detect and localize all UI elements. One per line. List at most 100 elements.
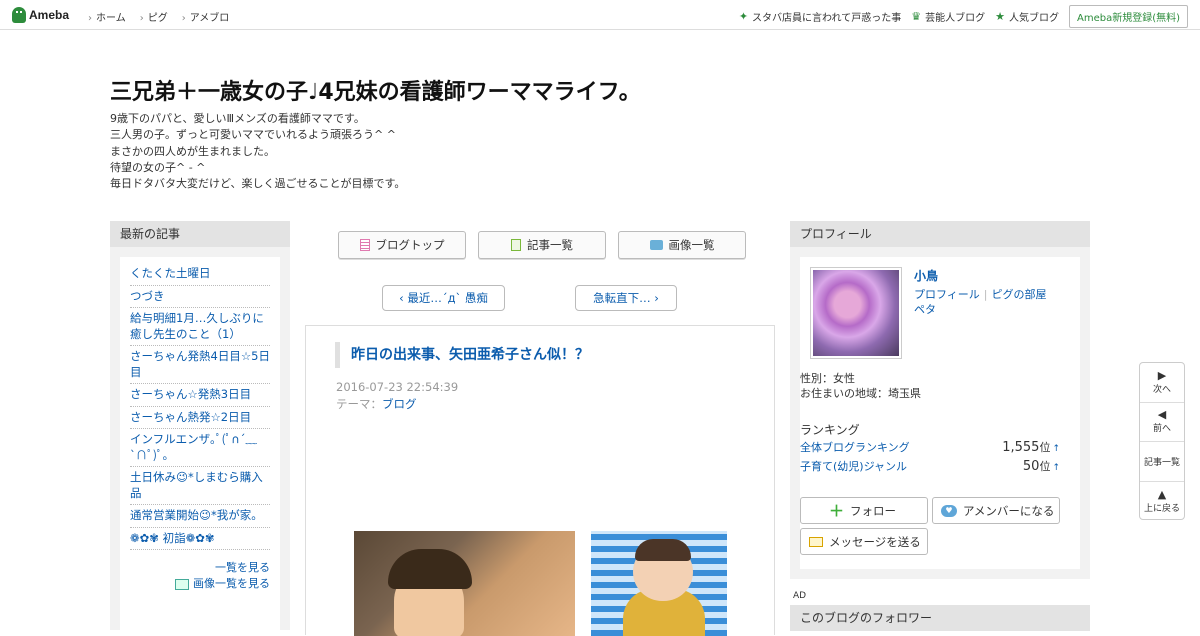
description-line: まさかの四人めが生まれました。 (110, 144, 275, 158)
logo-text: Ameba (29, 8, 70, 22)
see-all-link[interactable]: 一覧を見る (215, 561, 270, 574)
article-list-side-button[interactable]: 記事一覧 (1140, 442, 1184, 482)
theme-link[interactable]: ブログ (382, 397, 417, 411)
article-photo-baby[interactable] (591, 531, 727, 636)
article-list-button[interactable]: 記事一覧 (478, 231, 606, 259)
register-button[interactable]: Ameba新規登録(無料) (1068, 5, 1188, 28)
avatar[interactable] (810, 267, 902, 359)
ranking-label[interactable]: 子育て(幼児)ジャンル (800, 458, 907, 474)
back-icon: ◀ (1157, 408, 1167, 422)
ranking-heading: ランキング (800, 423, 860, 437)
ranking-value: 1,555 (1002, 440, 1040, 455)
list-item: インフルエンザ｡ﾟ(ﾟ∩´﹏`∩ﾟ)ﾟ｡ (130, 429, 270, 467)
recent-article-link[interactable]: さーちゃん熱発☆2日目 (130, 410, 251, 424)
followers-heading: このブログのフォロワー (790, 605, 1090, 631)
camera-icon (649, 240, 663, 250)
recent-article-link[interactable]: 土日休み😉*しまむら購入品 (130, 470, 263, 500)
recent-article-link[interactable]: ❁✿✾ 初詣❁✿✾ (130, 531, 214, 545)
global-header: Ameba ホーム ピグ アメブロ ✦スタバ店員に言われて戸惑った事 ♛芸能人ブ… (0, 0, 1200, 30)
prev-article-button[interactable]: ‹ 最近…´д` 愚痴 (382, 285, 505, 311)
top-right-links: ✦ スタバ店員に言われて戸惑った事 ♛ 芸能人ブログ ★ 人気ブログ Ameba新規登… (739, 5, 1188, 28)
floating-nav: ▶ 次へ ◀ 前へ 記事一覧 ▲ 上に戻る (1139, 362, 1185, 520)
next-article-button[interactable]: 急転直下… › (575, 285, 677, 311)
article: 昨日の出来事、矢田亜希子さん似！？ 2016-07-23 22:54:39 テー… (305, 325, 775, 636)
play-icon: ▶ (1157, 368, 1167, 382)
plus-icon: ＋ (829, 502, 845, 520)
recent-articles-list: くたくた土曜日 つづき 給与明細1月…久しぶりに癒し先生のこと（1） さーちゃん… (120, 257, 280, 630)
recent-article-link[interactable]: さーちゃん☆発熱3日目 (130, 387, 251, 401)
blog-top-button[interactable]: ブログトップ (338, 231, 466, 259)
list-item: さーちゃん☆発熱3日目 (130, 384, 270, 407)
crown-icon: ♛ (911, 10, 922, 23)
top-nav: ホーム ピグ アメブロ (88, 9, 229, 24)
ameba-logo[interactable]: Ameba (12, 6, 69, 24)
profile-name[interactable]: 小鳥 (914, 267, 938, 284)
recent-articles-box: 最新の記事 くたくた土曜日 つづき 給与明細1月…久しぶりに癒し先生のこと（1）… (110, 221, 290, 630)
popular-blog-link[interactable]: ★ 人気ブログ (995, 9, 1059, 24)
celebrity-blog-link[interactable]: ♛ 芸能人ブログ (911, 9, 985, 24)
recent-article-link[interactable]: くたくた土曜日 (130, 266, 211, 280)
arrow-up-icon: ↑ (1052, 463, 1060, 473)
description-line: 三人男の子。ずっと可愛いママでいれるよう頑張ろう^ ^ (110, 128, 396, 142)
article-photo-child[interactable] (354, 531, 575, 636)
chevron-right-icon: › (650, 291, 659, 305)
profile-box: プロフィール 小鳥 プロフィール | ピグの部屋 ペタ 性別：女性 お住まいの地域：… (790, 221, 1090, 579)
list-item: つづき (130, 286, 270, 308)
next-button[interactable]: ▶ 次へ (1140, 363, 1184, 403)
ranking-row: 子育て(幼児)ジャンル 50位 ↑ (800, 458, 1060, 474)
trending-link[interactable]: ✦ スタバ店員に言われて戸惑った事 (739, 9, 901, 24)
document-icon (359, 239, 370, 251)
recent-article-link[interactable]: インフルエンザ｡ﾟ(ﾟ∩´﹏`∩ﾟ)ﾟ｡ (130, 432, 257, 462)
ad-label: AD (793, 591, 807, 601)
back-to-top-button[interactable]: ▲ 上に戻る (1140, 482, 1184, 522)
list-item: さーちゃん熱発☆2日目 (130, 407, 270, 429)
see-images-link[interactable]: 画像一覧を見る (193, 577, 270, 590)
peta-link[interactable]: ペタ (914, 303, 936, 316)
nav-pigg[interactable]: ピグ (140, 9, 168, 24)
follow-button[interactable]: ＋フォロー (800, 497, 928, 524)
article-date: 2016-07-23 22:54:39 (336, 380, 459, 394)
sparkle-icon: ✦ (738, 10, 749, 23)
nav-ameblo[interactable]: アメブロ (182, 9, 230, 24)
recent-article-link[interactable]: 通常営業開始😉*我が家。 (130, 508, 263, 522)
ameba-logo-icon (12, 7, 26, 23)
arrow-up-icon: ↑ (1052, 444, 1060, 454)
nav-home[interactable]: ホーム (88, 9, 126, 24)
list-item: 通常営業開始😉*我が家。 (130, 505, 270, 528)
blog-nav-buttons: ブログトップ 記事一覧 画像一覧 (338, 231, 746, 259)
prev-button[interactable]: ◀ 前へ (1140, 403, 1184, 442)
recent-article-link[interactable]: つづき (130, 289, 165, 303)
recent-article-link[interactable]: さーちゃん発熱4日目☆5日目 (130, 349, 270, 379)
recent-article-link[interactable]: 給与明細1月…久しぶりに癒し先生のこと（1） (130, 311, 264, 341)
recent-more: 一覧を見る 画像一覧を見る (130, 560, 270, 592)
blog-description: 9歳下のパパと、愛しいⅢメンズの看護師ママです。 三人男の子。ずっと可愛いママで… (110, 111, 405, 192)
description-line: 9歳下のパパと、愛しいⅢメンズの看護師ママです。 (110, 112, 365, 125)
profile-card: 小鳥 プロフィール | ピグの部屋 ペタ 性別：女性 お住まいの地域：埼玉県 ランキ… (800, 257, 1080, 569)
blog-title[interactable]: 三兄弟＋一歳女の子♩4兄妹の看護師ワーママライフ。 (110, 74, 641, 106)
star-icon: ★ (995, 10, 1005, 23)
recent-articles-heading: 最新の記事 (110, 221, 290, 247)
profile-links: プロフィール | ピグの部屋 ペタ (914, 288, 1047, 316)
chevron-left-icon: ‹ (399, 291, 408, 305)
copy-icon (511, 239, 521, 251)
region-text: お住まいの地域：埼玉県 (800, 387, 921, 400)
profile-link[interactable]: プロフィール (914, 288, 980, 301)
list-item: さーちゃん発熱4日目☆5日目 (130, 346, 270, 384)
ranking-label[interactable]: 全体ブログランキング (800, 439, 910, 455)
article-title[interactable]: 昨日の出来事、矢田亜希子さん似！？ (335, 342, 589, 368)
chat-bubble-icon: ♥ (941, 504, 957, 517)
profile-info: 性別：女性 お住まいの地域：埼玉県 (800, 371, 921, 401)
article-theme: テーマ：ブログ (336, 397, 417, 411)
list-item: ❁✿✾ 初詣❁✿✾ (130, 528, 270, 550)
image-list-icon (175, 578, 189, 590)
triangle-up-icon: ▲ (1157, 487, 1167, 501)
send-message-button[interactable]: メッセージを送る (800, 528, 928, 555)
profile-heading: プロフィール (790, 221, 1090, 247)
image-list-button[interactable]: 画像一覧 (618, 231, 746, 259)
mail-icon (809, 536, 823, 547)
amember-button[interactable]: ♥ アメンバーになる (932, 497, 1060, 524)
ranking-value: 50 (1022, 459, 1040, 474)
list-item: 土日休み😉*しまむら購入品 (130, 467, 270, 505)
description-line: 待望の女の子^ - ^ (110, 160, 206, 174)
pigg-room-link[interactable]: ピグの部屋 (992, 288, 1047, 301)
